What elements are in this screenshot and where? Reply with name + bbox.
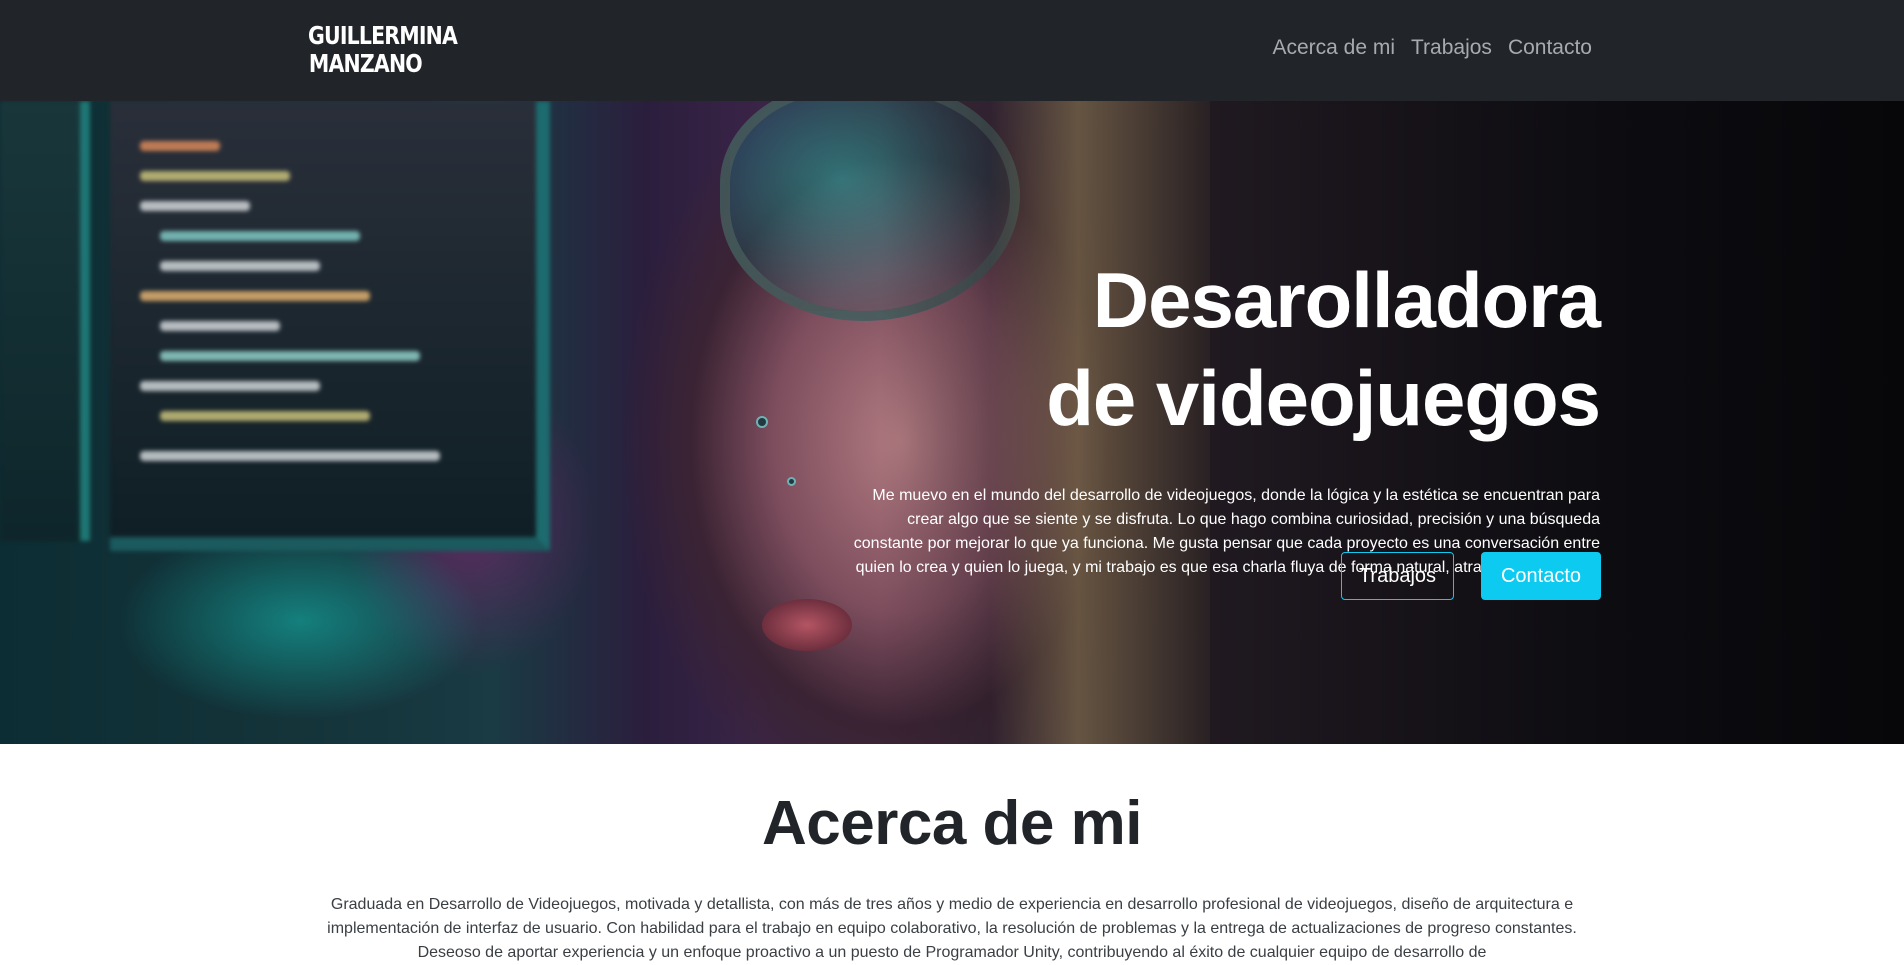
logo-line-2: MANZANO — [308, 49, 423, 78]
contacto-button[interactable]: Contacto — [1481, 552, 1601, 600]
nav-link-acerca[interactable]: Acerca de mi — [1272, 36, 1395, 60]
hero-section: Desarolladora de videojuegos Me muevo en… — [0, 101, 1904, 744]
nav-link-contacto[interactable]: Contacto — [1508, 36, 1592, 60]
navbar: GUILLERMINA MANZANO Acerca de mi Trabajo… — [0, 0, 1904, 101]
background-monitor — [110, 101, 550, 551]
background-monitor-left — [0, 101, 90, 541]
trabajos-button[interactable]: Trabajos — [1341, 552, 1454, 600]
piercing-icon — [787, 477, 796, 486]
hero-portrait-lips — [762, 599, 852, 651]
about-title: Acerca de mi — [762, 789, 1143, 858]
hero-title: Desarolladora de videojuegos — [1046, 251, 1601, 447]
nav-link-trabajos[interactable]: Trabajos — [1411, 36, 1492, 60]
hero-title-line-1: Desarolladora — [1092, 256, 1601, 344]
site-logo[interactable]: GUILLERMINA MANZANO — [308, 21, 458, 78]
hero-title-line-2: de videojuegos — [1046, 354, 1601, 442]
nav-links: Acerca de mi Trabajos Contacto — [1272, 36, 1592, 60]
piercing-icon — [756, 416, 768, 428]
about-text: Graduada en Desarrollo de Videojuegos, m… — [327, 896, 1577, 961]
logo-line-1: GUILLERMINA — [308, 21, 458, 50]
